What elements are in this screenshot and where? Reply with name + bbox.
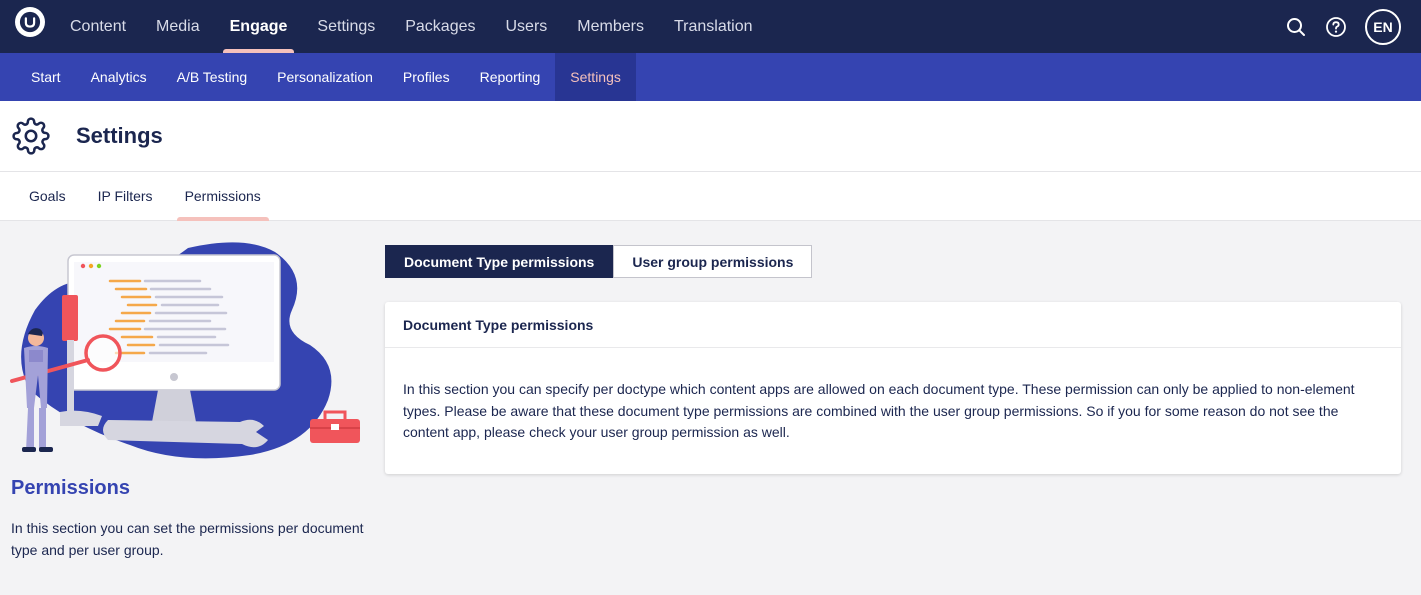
sub-nav-item-settings[interactable]: Settings <box>555 53 636 101</box>
top-nav-item-content[interactable]: Content <box>55 0 141 53</box>
top-nav: Content Media Engage Settings Packages U… <box>55 0 768 53</box>
top-right-actions: EN <box>1285 0 1401 53</box>
card-body: In this section you can specify per doct… <box>403 381 1355 440</box>
card-title: Document Type permissions <box>385 302 1401 348</box>
top-nav-item-members[interactable]: Members <box>562 0 659 53</box>
tab-goals[interactable]: Goals <box>13 172 82 220</box>
settings-tabs: Goals IP Filters Permissions <box>0 172 1421 221</box>
top-nav-item-engage[interactable]: Engage <box>215 0 303 53</box>
user-group-permissions-button[interactable]: User group permissions <box>613 245 813 278</box>
sub-nav-item-reporting[interactable]: Reporting <box>465 53 556 101</box>
top-nav-item-translation[interactable]: Translation <box>659 0 768 53</box>
sub-nav-item-personalization[interactable]: Personalization <box>262 53 388 101</box>
tab-ip-filters[interactable]: IP Filters <box>82 172 169 220</box>
permission-type-toggle: Document Type permissions User group per… <box>385 245 813 278</box>
document-type-permissions-card: Document Type permissions In this sectio… <box>385 302 1401 474</box>
tab-permissions[interactable]: Permissions <box>169 172 277 221</box>
sub-nav-item-ab-testing[interactable]: A/B Testing <box>162 53 263 101</box>
user-avatar[interactable]: EN <box>1365 8 1401 45</box>
search-icon[interactable] <box>1285 16 1307 38</box>
permissions-illustration <box>10 242 360 459</box>
page-title: Settings <box>76 123 163 148</box>
sub-nav-item-start[interactable]: Start <box>0 53 76 101</box>
help-icon[interactable] <box>1325 16 1347 38</box>
top-nav-item-settings[interactable]: Settings <box>302 0 390 53</box>
top-navigation-bar: Content Media Engage Settings Packages U… <box>0 0 1421 53</box>
permissions-title: Permissions <box>11 477 130 499</box>
sub-nav-item-analytics[interactable]: Analytics <box>76 53 162 101</box>
page-header: Settings <box>0 101 1421 172</box>
top-nav-item-users[interactable]: Users <box>491 0 563 53</box>
top-nav-item-media[interactable]: Media <box>141 0 215 53</box>
engage-sub-navigation: Start Analytics A/B Testing Personalizat… <box>0 53 1421 101</box>
gear-icon <box>12 117 50 155</box>
umbraco-logo-icon[interactable] <box>15 7 45 37</box>
top-nav-item-packages[interactable]: Packages <box>390 0 490 53</box>
sub-nav-item-profiles[interactable]: Profiles <box>388 53 465 101</box>
permissions-description: In this section you can set the permissi… <box>11 520 364 558</box>
document-type-permissions-button[interactable]: Document Type permissions <box>385 245 614 278</box>
